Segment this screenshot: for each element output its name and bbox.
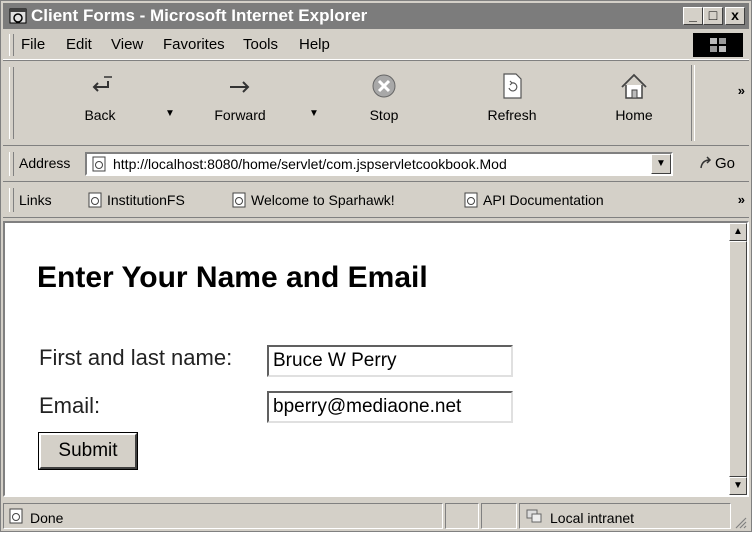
name-input[interactable] [267,345,513,377]
page-icon [232,192,246,208]
links-bar: Links InstitutionFS Welcome to Sparhawk!… [3,183,749,218]
forward-button[interactable]: Forward [195,71,285,123]
page-icon [92,156,106,172]
go-label: Go [715,155,736,172]
name-label: First and last name: [39,345,233,370]
forward-arrow-icon [230,81,250,93]
submit-button[interactable]: Submit [39,433,137,469]
minimize-button[interactable]: _ [683,7,703,25]
back-dropdown-icon[interactable]: ▼ [165,108,175,119]
stop-button[interactable]: Stop [339,71,429,123]
address-input[interactable]: http://localhost:8080/home/servlet/com.j… [85,152,673,176]
link-label: InstitutionFS [107,192,185,208]
browser-window: Client Forms - Microsoft Internet Explor… [0,0,752,532]
refresh-button[interactable]: Refresh [467,71,557,123]
status-main: Done [3,503,443,529]
page-icon [464,192,478,208]
maximize-button[interactable]: □ [703,7,723,25]
page-icon [9,508,23,524]
scroll-down-icon[interactable]: ▼ [729,477,747,495]
menu-file[interactable]: File [21,36,45,54]
toolbar-more-chevron[interactable]: » [738,83,745,98]
page-heading: Enter Your Name and Email [37,261,428,294]
refresh-icon [503,73,522,99]
stop-label: Stop [369,107,399,123]
address-bar: Address http://localhost:8080/home/servl… [3,147,749,182]
menu-tools[interactable]: Tools [243,36,278,54]
menu-favorites[interactable]: Favorites [163,36,225,54]
address-grip[interactable] [9,152,14,176]
windows-logo-icon [693,33,743,57]
toolbar-separator [691,65,695,141]
resize-grip-icon[interactable] [733,515,747,529]
home-button[interactable]: Home [589,71,679,123]
close-button[interactable]: x [725,7,745,25]
refresh-label: Refresh [487,107,537,123]
scroll-thumb[interactable] [729,241,747,477]
email-label: Email: [39,393,101,418]
home-label: Home [615,107,653,123]
stop-icon [372,74,396,98]
back-label: Back [84,107,116,123]
link-institutionfs[interactable]: InstitutionFS [87,192,185,208]
address-dropdown-icon[interactable]: ▼ [651,154,671,174]
status-cell-empty [481,503,517,529]
status-text: Done [30,510,64,526]
menu-grip[interactable] [9,34,14,56]
page-icon [88,192,102,208]
scroll-up-icon[interactable]: ▲ [729,223,747,241]
menu-bar: File Edit View Favorites Tools Help [3,31,749,60]
link-label: API Documentation [483,192,604,208]
status-cell-empty [445,503,479,529]
status-bar: Done Local intranet [3,501,749,531]
link-label: Welcome to Sparhawk! [251,192,395,208]
email-input[interactable] [267,391,513,423]
standard-toolbar: Back ▼ Forward ▼ Stop Refresh Home » [3,61,749,146]
home-icon [621,73,647,99]
links-more-chevron[interactable]: » [738,192,745,207]
vertical-scrollbar[interactable]: ▲ ▼ [729,223,747,495]
menu-help[interactable]: Help [299,36,330,54]
links-grip[interactable] [9,188,14,212]
link-welcome-sparhawk[interactable]: Welcome to Sparhawk! [231,192,395,208]
status-zone: Local intranet [519,503,731,529]
go-button[interactable]: Go [699,155,735,172]
links-label: Links [19,192,52,208]
page-content: Enter Your Name and Email First and last… [3,221,749,497]
intranet-icon [526,509,542,523]
forward-dropdown-icon[interactable]: ▼ [309,108,319,119]
menu-edit[interactable]: Edit [66,36,92,54]
toolbar-grip[interactable] [9,67,14,139]
menu-view[interactable]: View [111,36,143,54]
link-api-documentation[interactable]: API Documentation [463,192,604,208]
back-arrow-icon [92,76,112,92]
address-url: http://localhost:8080/home/servlet/com.j… [113,156,507,172]
window-title: Client Forms - Microsoft Internet Explor… [31,6,368,25]
address-label: Address [19,155,71,171]
forward-label: Forward [214,107,266,123]
zone-text: Local intranet [550,510,635,526]
go-arrow-icon [700,156,712,169]
ie-icon [9,8,27,24]
back-button[interactable]: Back [55,71,145,123]
title-bar: Client Forms - Microsoft Internet Explor… [3,3,749,29]
